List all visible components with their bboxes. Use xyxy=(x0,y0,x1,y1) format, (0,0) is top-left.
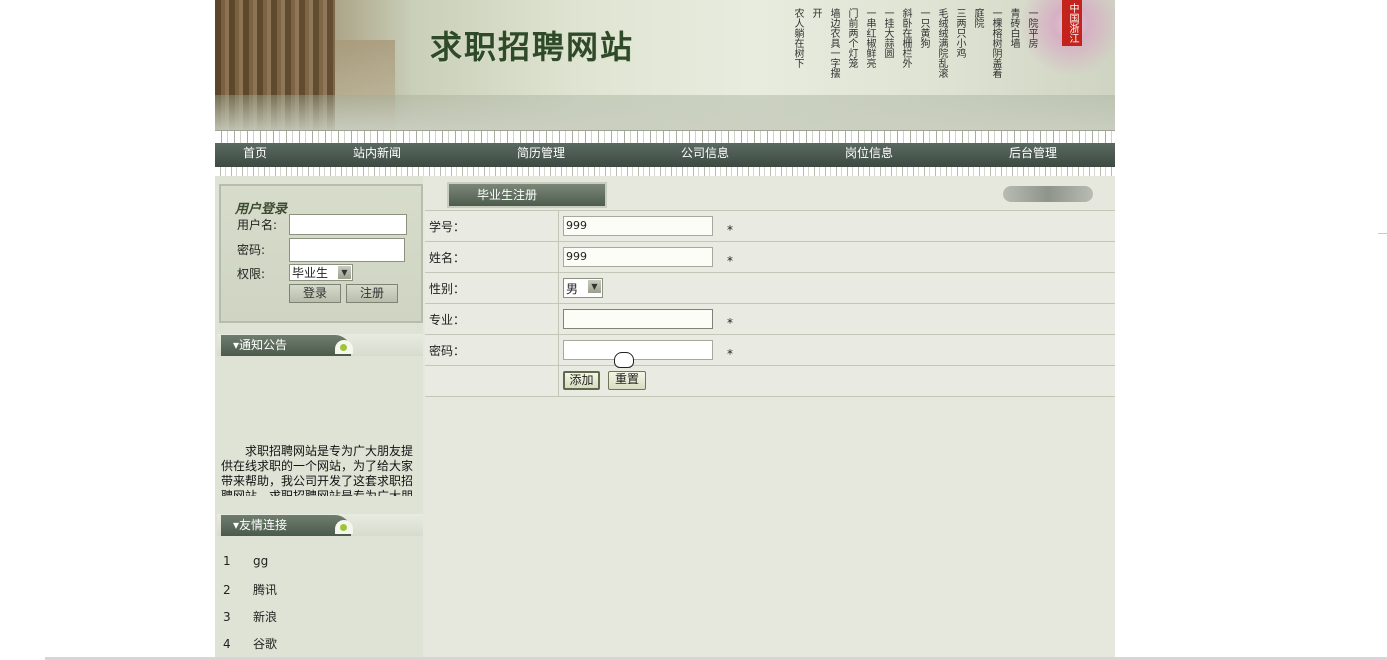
circle-icon xyxy=(335,340,353,354)
login-title: 用户登录 xyxy=(235,202,288,217)
header-banner: 求职招聘网站 一院平房 青砖白墙 一棵榕树阴盖着 庭院 三两只小鸡 毛绒绒满院乱… xyxy=(215,0,1115,130)
poem-line: 斜卧在栅栏外 xyxy=(900,8,911,68)
link-number: 3 xyxy=(223,610,231,624)
site-title: 求职招聘网站 xyxy=(430,28,635,66)
links-tab: ▾友情连接 xyxy=(221,515,351,536)
student-id-label: 学号： xyxy=(429,220,466,234)
form-row-gender: 性别： 男 ▼ xyxy=(425,273,1115,304)
notice-header: ▾通知公告 xyxy=(217,334,423,356)
notice-title: 通知公告 xyxy=(239,338,288,352)
role-select-value: 毕业生 xyxy=(292,266,329,280)
register-button[interactable]: 注册 xyxy=(346,284,398,303)
poem-line: 开 xyxy=(810,8,821,18)
notice-tab: ▾通知公告 xyxy=(221,335,351,356)
links-header: ▾友情连接 xyxy=(217,514,423,536)
required-mark: * xyxy=(727,254,733,268)
nav-job-info[interactable]: 岗位信息 xyxy=(845,144,893,161)
required-mark: * xyxy=(727,316,733,330)
poem-line: 一棵榕树阴盖着 xyxy=(990,8,1001,78)
register-form: 学号： 999 * 姓名： 999 * 性别： 男 ▼ 专业： * 密码： * … xyxy=(425,210,1115,397)
username-label: 用户名: xyxy=(237,218,278,232)
form-row-major: 专业： * xyxy=(425,304,1115,335)
main-nav: 首页 站内新闻 简历管理 公司信息 岗位信息 后台管理 xyxy=(215,143,1115,167)
page-frame: 求职招聘网站 一院平房 青砖白墙 一棵榕树阴盖着 庭院 三两只小鸡 毛绒绒满院乱… xyxy=(215,0,1115,660)
link-number: 2 xyxy=(223,583,231,597)
poem-line: 一只黄狗 xyxy=(918,8,929,48)
reset-button[interactable]: 重置 xyxy=(608,371,646,390)
required-mark: * xyxy=(727,347,733,361)
poem-line: 农人躺在树下 xyxy=(792,8,803,68)
name-label: 姓名： xyxy=(429,251,466,265)
student-id-input[interactable]: 999 xyxy=(563,216,713,236)
add-button[interactable]: 添加 xyxy=(563,371,600,390)
nav-resume-management[interactable]: 简历管理 xyxy=(517,144,565,161)
form-row-actions: 添加 重置 xyxy=(425,366,1115,397)
link-number: 1 xyxy=(223,554,231,568)
decorative-smudge xyxy=(1003,186,1093,202)
gender-select-value: 男 xyxy=(566,281,579,296)
form-row-student-id: 学号： 999 * xyxy=(425,211,1115,242)
role-label: 权限: xyxy=(237,267,266,281)
poem-line: 青砖白墙 xyxy=(1008,8,1019,48)
link-item[interactable]: 2 腾讯 xyxy=(223,581,277,598)
form-row-password: 密码： * xyxy=(425,335,1115,366)
sidebar: 用户登录 用户名: 密码: 权限: 毕业生 ▼ 登录 注册 ▾通知公告 求职招聘… xyxy=(215,176,423,660)
major-label: 专业： xyxy=(429,313,466,327)
password-field[interactable] xyxy=(563,340,713,360)
link-item[interactable]: 4 谷歌 xyxy=(223,635,277,652)
tab-graduate-register: 毕业生注册 xyxy=(447,182,607,208)
password-field-label: 密码： xyxy=(429,344,466,358)
login-panel: 用户登录 用户名: 密码: 权限: 毕业生 ▼ 登录 注册 xyxy=(219,184,423,323)
notice-text: 求职招聘网站是专为广大朋友提供在线求职的一个网站，为了给大家带来帮助，我公司开发… xyxy=(221,444,414,496)
poem-line: 一挂大蒜圆 xyxy=(882,8,893,58)
nav-company-info[interactable]: 公司信息 xyxy=(681,144,729,161)
link-name[interactable]: 腾讯 xyxy=(253,583,277,597)
chevron-down-icon: ▼ xyxy=(588,280,601,293)
link-name[interactable]: 新浪 xyxy=(253,610,277,624)
link-name[interactable]: gg xyxy=(253,554,268,568)
circle-icon xyxy=(335,520,353,534)
password-input[interactable] xyxy=(289,238,405,262)
nav-home[interactable]: 首页 xyxy=(243,144,267,161)
username-input[interactable] xyxy=(289,214,407,235)
poem-line: 庭院 xyxy=(972,8,983,28)
gender-select[interactable]: 男 ▼ xyxy=(563,278,603,298)
poem-line: 毛绒绒满院乱滚 xyxy=(936,8,947,78)
scrollbar-mark xyxy=(1378,233,1387,240)
link-name[interactable]: 谷歌 xyxy=(253,637,277,651)
poem-line: 一串红椒鲜亮 xyxy=(864,8,875,68)
form-row-name: 姓名： 999 * xyxy=(425,242,1115,273)
gender-label: 性别： xyxy=(429,282,466,296)
banner-poem: 一院平房 青砖白墙 一棵榕树阴盖着 庭院 三两只小鸡 毛绒绒满院乱滚 一只黄狗 … xyxy=(790,8,1038,118)
poem-line: 门前两个灯笼 xyxy=(846,8,857,68)
poem-line: 墙边农具一字摆 xyxy=(828,8,839,78)
password-label: 密码: xyxy=(237,243,266,257)
role-select[interactable]: 毕业生 ▼ xyxy=(289,264,353,281)
seal-stamp: 中国浙江 xyxy=(1062,0,1082,46)
nav-site-news[interactable]: 站内新闻 xyxy=(353,144,401,161)
name-input[interactable]: 999 xyxy=(563,247,713,267)
chevron-down-icon: ▼ xyxy=(338,266,351,279)
link-number: 4 xyxy=(223,637,231,651)
required-mark: * xyxy=(727,223,733,237)
link-item[interactable]: 3 新浪 xyxy=(223,608,277,625)
hand-cursor-icon xyxy=(614,352,634,368)
nav-border xyxy=(215,167,1115,176)
poem-line: 一院平房 xyxy=(1026,8,1037,48)
major-input[interactable] xyxy=(563,309,713,329)
links-title: 友情连接 xyxy=(239,518,288,532)
main-content: 毕业生注册 学号： 999 * 姓名： 999 * 性别： 男 ▼ 专业： * … xyxy=(423,176,1115,660)
link-item[interactable]: 1 gg xyxy=(223,554,268,568)
poem-line: 三两只小鸡 xyxy=(954,8,965,58)
login-button[interactable]: 登录 xyxy=(289,284,341,303)
nav-admin[interactable]: 后台管理 xyxy=(1009,144,1057,161)
